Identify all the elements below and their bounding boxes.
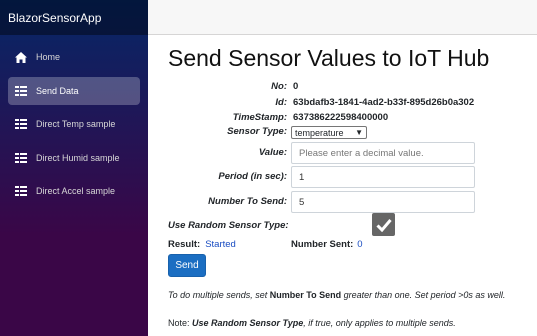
checkmark-icon bbox=[375, 218, 392, 232]
number-sent-row: Number Sent: 0 bbox=[291, 239, 363, 250]
nav-item-label: Send Data bbox=[36, 85, 79, 96]
timestamp-row: TimeStamp: 637386222598400000 bbox=[148, 112, 388, 123]
sensor-type-row: Sensor Type: bbox=[148, 126, 287, 137]
list-icon bbox=[14, 152, 28, 164]
result-row: Result: Started bbox=[168, 239, 236, 250]
chevron-down-icon: ▼ bbox=[355, 128, 363, 137]
period-label: Period (in sec): bbox=[218, 171, 287, 182]
result-label: Result: bbox=[168, 239, 201, 250]
help-text-multiple-sends: To do multiple sends, set Number To Send… bbox=[168, 290, 505, 300]
app-brand[interactable]: BlazorSensorApp bbox=[0, 0, 148, 35]
help-text-emphasis: Use Random Sensor Type bbox=[192, 318, 304, 328]
no-value: 0 bbox=[293, 81, 299, 92]
nav-item-direct-accel[interactable]: Direct Accel sample bbox=[8, 177, 140, 205]
timestamp-label: TimeStamp: bbox=[232, 112, 287, 123]
nav-item-label: Direct Accel sample bbox=[36, 186, 116, 196]
number-to-send-row: Number To Send: bbox=[148, 196, 287, 207]
number-sent-label: Number Sent: bbox=[291, 239, 354, 250]
help-text-part: To do multiple sends, set bbox=[168, 290, 270, 300]
home-icon bbox=[14, 51, 28, 63]
sidebar: BlazorSensorApp Home Send Data Direct Te… bbox=[0, 0, 148, 336]
period-row: Period (in sec): bbox=[148, 171, 287, 182]
nav-item-direct-temp[interactable]: Direct Temp sample bbox=[8, 110, 140, 138]
use-random-label: Use Random Sensor Type: bbox=[168, 220, 289, 231]
value-row: Value: bbox=[148, 147, 287, 158]
nav-menu: Home Send Data Direct Temp sample Direct… bbox=[0, 35, 148, 205]
value-label: Value: bbox=[258, 147, 287, 158]
number-to-send-input[interactable]: 5 bbox=[291, 191, 475, 213]
id-row: Id: 63bdafb3-1841-4ad2-b33f-895d26b0a302 bbox=[148, 97, 474, 108]
list-icon bbox=[14, 185, 28, 197]
nav-item-label: Home bbox=[36, 52, 61, 62]
id-label: Id: bbox=[275, 97, 287, 108]
timestamp-value: 637386222598400000 bbox=[293, 112, 389, 123]
list-icon bbox=[14, 118, 28, 130]
top-bar bbox=[148, 0, 537, 35]
number-to-send-label: Number To Send: bbox=[208, 196, 287, 207]
nav-item-home[interactable]: Home bbox=[8, 43, 140, 71]
main-content: Send Sensor Values to IoT Hub No: 0 Id: … bbox=[148, 35, 537, 336]
no-row: No: 0 bbox=[148, 81, 298, 92]
nav-item-label: Direct Temp sample bbox=[36, 119, 116, 129]
value-input[interactable]: Please enter a decimal value. bbox=[291, 142, 475, 164]
period-input[interactable]: 1 bbox=[291, 166, 475, 188]
nav-item-label: Direct Humid sample bbox=[36, 152, 120, 163]
help-text-emphasis: Number To Send bbox=[269, 290, 342, 300]
result-value: Started bbox=[205, 239, 236, 250]
no-label: No: bbox=[271, 81, 287, 92]
send-button[interactable]: Send bbox=[168, 254, 206, 277]
sensor-type-selected: temperature bbox=[295, 127, 344, 138]
help-text-part: Note: bbox=[168, 318, 193, 328]
number-sent-value: 0 bbox=[357, 239, 363, 250]
help-text-part: , if true, only applies to multiple send… bbox=[303, 318, 456, 328]
help-text-random-note: Note: Use Random Sensor Type, if true, o… bbox=[168, 318, 456, 328]
sensor-type-label: Sensor Type: bbox=[227, 126, 287, 137]
use-random-row: Use Random Sensor Type: bbox=[168, 220, 289, 231]
help-text-part: greater than one. Set period >0s as well… bbox=[341, 290, 506, 300]
id-value: 63bdafb3-1841-4ad2-b33f-895d26b0a302 bbox=[293, 97, 475, 108]
sensor-type-select[interactable]: temperature ▼ bbox=[291, 126, 367, 139]
nav-item-direct-humid[interactable]: Direct Humid sample bbox=[8, 144, 140, 172]
list-icon bbox=[14, 85, 28, 97]
nav-item-send-data[interactable]: Send Data bbox=[8, 76, 140, 105]
use-random-checkbox[interactable] bbox=[372, 213, 395, 236]
page-title: Send Sensor Values to IoT Hub bbox=[168, 45, 490, 71]
